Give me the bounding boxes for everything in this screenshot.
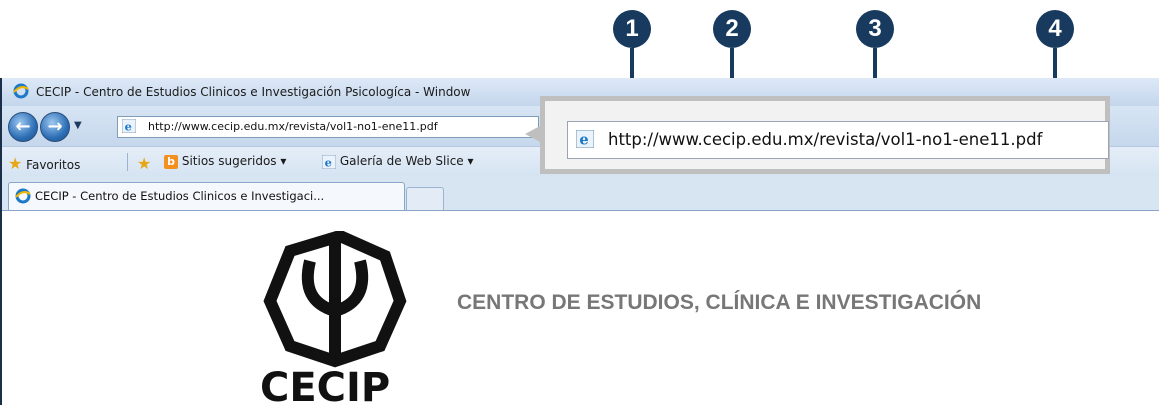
web-slice-gallery-label: Galería de Web Slice [339, 154, 464, 168]
cecip-logo: CECIP [260, 231, 407, 406]
add-favorite-icon: ★ [137, 154, 152, 173]
marker-1: 1 [613, 10, 651, 48]
svg-text:e: e [325, 155, 332, 169]
star-icon: ★ [8, 154, 23, 173]
callout-url: http://www.cecip.edu.mx/revista/vol1-no1… [608, 130, 1043, 149]
address-url[interactable]: http://www.cecip.edu.mx/revista/vol1-no1… [148, 120, 438, 133]
window-title: CECIP - Centro de Estudios Clinicos e In… [36, 85, 471, 99]
forward-button[interactable]: → [40, 112, 70, 142]
ie-icon: e [576, 130, 594, 148]
bing-icon: b [164, 154, 178, 169]
ie-icon [15, 188, 31, 204]
forward-arrow-icon: → [47, 116, 63, 137]
logo-text: CECIP [260, 365, 390, 406]
tab-bar: CECIP - Centro de Estudios Clinicos e In… [2, 176, 1159, 211]
address-callout: e http://www.cecip.edu.mx/revista/vol1-n… [540, 96, 1110, 174]
svg-text:e: e [579, 132, 588, 148]
back-button[interactable]: ← [8, 112, 38, 142]
add-favorite-button[interactable]: ★ [137, 154, 151, 173]
ie-icon: e [321, 154, 337, 169]
separator [127, 153, 128, 171]
tab-label: CECIP - Centro de Estudios Clinicos e In… [35, 189, 325, 203]
callout-pointer [525, 126, 540, 142]
history-dropdown-icon[interactable]: ▼ [74, 120, 82, 131]
callout-address-bar: e http://www.cecip.edu.mx/revista/vol1-n… [567, 121, 1109, 159]
favorites-label: Favoritos [26, 158, 81, 172]
page-content: CECIP CENTRO DE ESTUDIOS, CLÍNICA E INVE… [2, 211, 1159, 406]
address-bar[interactable]: e http://www.cecip.edu.mx/revista/vol1-n… [117, 116, 539, 138]
favorites-button[interactable]: ★ Favoritos [8, 154, 80, 173]
suggested-sites-label: Sitios sugeridos [181, 154, 277, 168]
new-tab-button[interactable] [406, 187, 444, 210]
marker-3: 3 [856, 10, 894, 48]
svg-text:e: e [125, 119, 132, 133]
marker-4: 4 [1036, 10, 1074, 48]
web-slice-gallery-button[interactable]: e Galería de Web Slice ▾ [321, 154, 474, 169]
ie-icon: e [122, 119, 136, 133]
suggested-sites-button[interactable]: b Sitios sugeridos ▾ [164, 154, 286, 169]
ie-icon [13, 83, 29, 99]
marker-2: 2 [713, 10, 751, 48]
back-arrow-icon: ← [15, 116, 31, 137]
dropdown-icon: ▾ [280, 154, 287, 168]
dropdown-icon: ▾ [467, 154, 474, 168]
tab-cecip[interactable]: CECIP - Centro de Estudios Clinicos e In… [8, 182, 405, 210]
page-heading: CENTRO DE ESTUDIOS, CLÍNICA E INVESTIGAC… [457, 291, 982, 314]
